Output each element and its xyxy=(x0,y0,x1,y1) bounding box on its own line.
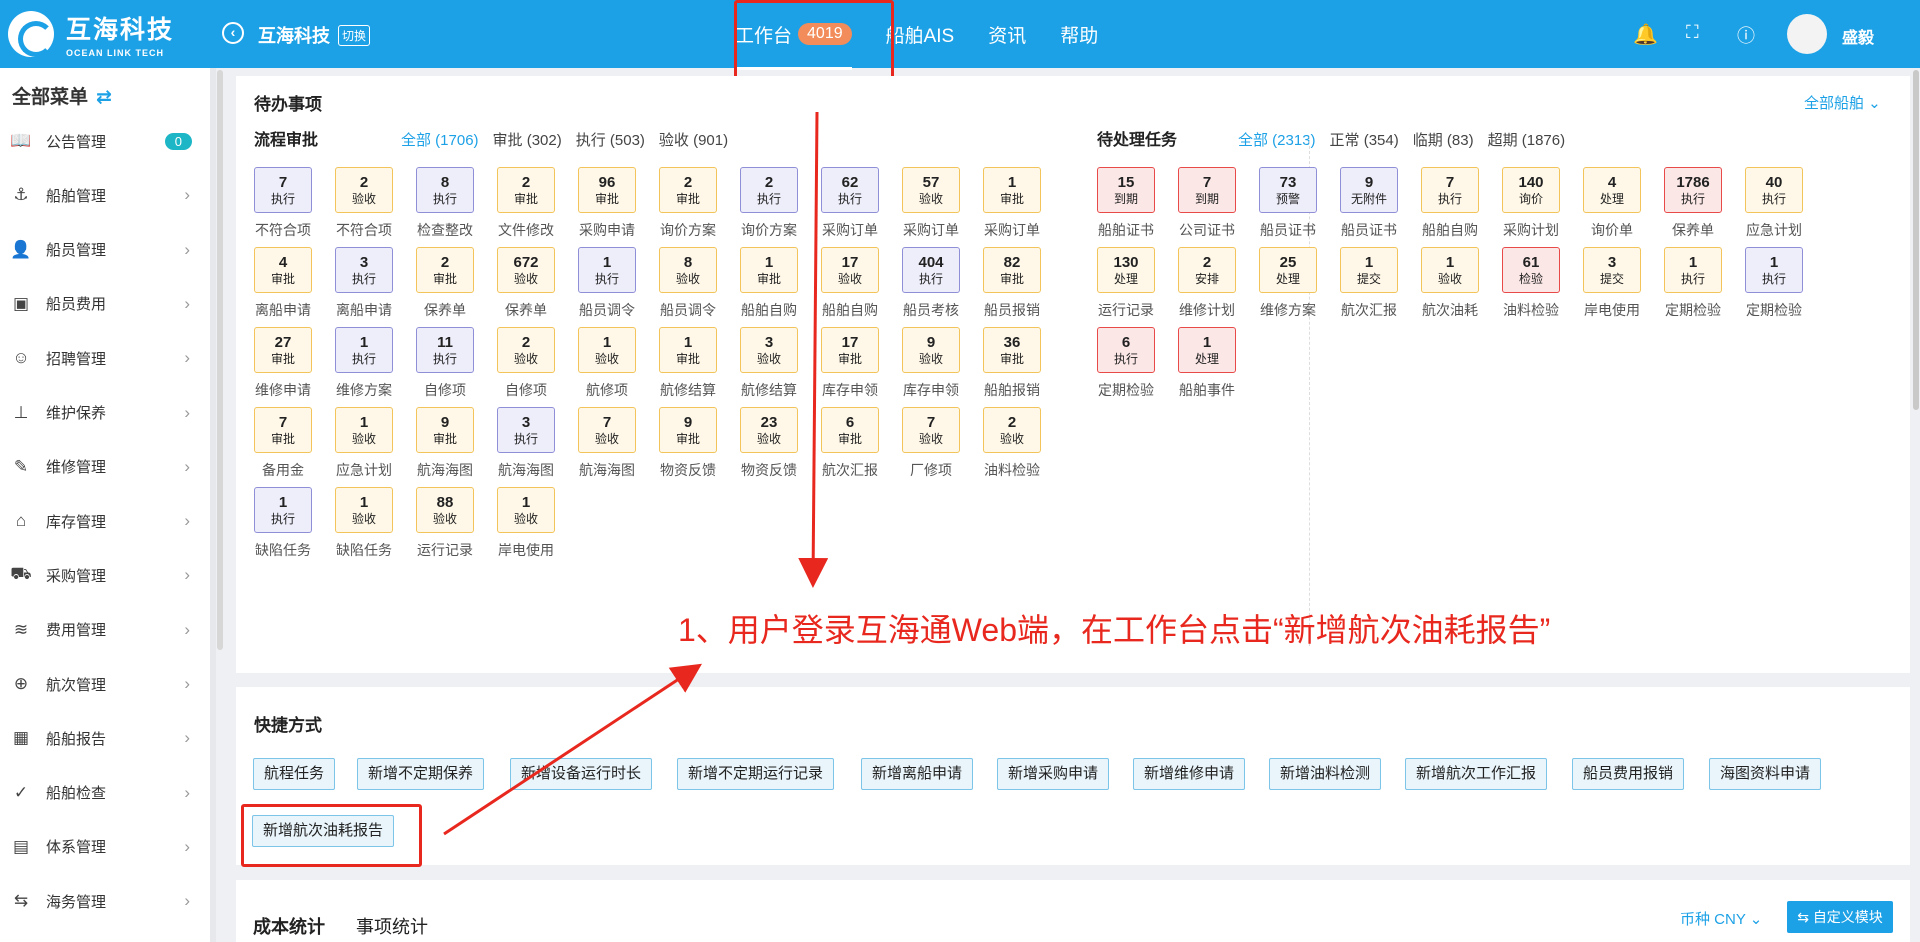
annotation-text: 1、用户登录互海通Web端，在工作台点击“新增航次油耗报告” xyxy=(678,612,1551,648)
arrow-to-shortcut xyxy=(443,663,703,836)
annotation-arrows xyxy=(443,111,829,836)
arrow-down xyxy=(798,111,829,588)
